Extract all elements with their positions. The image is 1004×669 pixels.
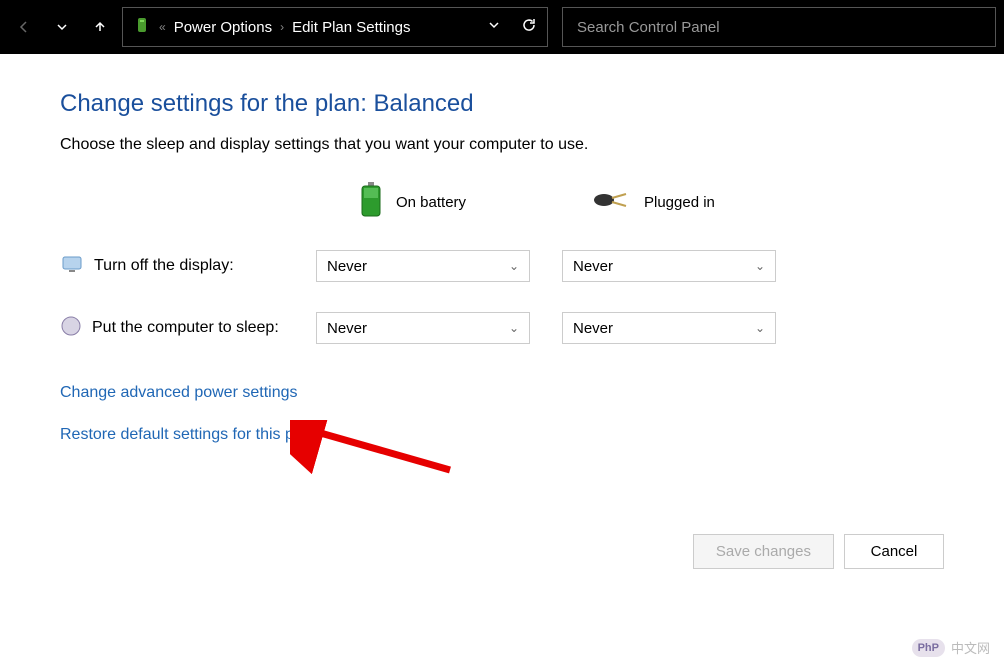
- control-panel-icon: [133, 16, 151, 38]
- address-bar[interactable]: « Power Options › Edit Plan Settings: [122, 7, 548, 47]
- sleep-battery-dropdown[interactable]: Never ⌄: [316, 312, 530, 344]
- breadcrumb-item[interactable]: Power Options: [174, 19, 272, 36]
- sleep-label: Put the computer to sleep:: [92, 319, 279, 337]
- column-headers: On battery Plugged in: [60, 182, 964, 222]
- up-button[interactable]: [84, 11, 116, 43]
- address-dropdown-button[interactable]: [487, 18, 501, 36]
- advanced-power-link[interactable]: Change advanced power settings: [60, 384, 964, 402]
- plug-icon: [590, 188, 630, 216]
- display-plugged-dropdown[interactable]: Never ⌄: [562, 250, 776, 282]
- breadcrumb-sep-icon: «: [159, 20, 166, 34]
- page-subtitle: Choose the sleep and display settings th…: [60, 136, 964, 154]
- chevron-down-icon: ⌄: [509, 321, 519, 335]
- back-button[interactable]: [8, 11, 40, 43]
- chevron-right-icon: ›: [280, 20, 284, 34]
- display-battery-dropdown[interactable]: Never ⌄: [316, 250, 530, 282]
- navigation-toolbar: « Power Options › Edit Plan Settings: [0, 0, 1004, 54]
- refresh-button[interactable]: [521, 17, 537, 37]
- php-badge: PhP: [912, 639, 945, 657]
- chevron-down-icon: ⌄: [509, 259, 519, 273]
- button-bar: Save changes Cancel: [693, 534, 944, 569]
- search-input[interactable]: [577, 19, 981, 36]
- display-label: Turn off the display:: [94, 257, 234, 275]
- breadcrumb-item[interactable]: Edit Plan Settings: [292, 19, 410, 36]
- page-title: Change settings for the plan: Balanced: [60, 90, 964, 118]
- moon-icon: [60, 315, 82, 342]
- battery-column-header: On battery: [300, 182, 530, 222]
- display-row: Turn off the display: Never ⌄ Never ⌄: [60, 250, 964, 282]
- sleep-plugged-dropdown[interactable]: Never ⌄: [562, 312, 776, 344]
- restore-defaults-link[interactable]: Restore default settings for this plan: [60, 426, 964, 444]
- watermark: PhP 中文网: [912, 638, 990, 657]
- save-button[interactable]: Save changes: [693, 534, 834, 569]
- chevron-down-icon: ⌄: [755, 321, 765, 335]
- sleep-row: Put the computer to sleep: Never ⌄ Never…: [60, 312, 964, 344]
- plugged-column-header: Plugged in: [530, 188, 760, 216]
- search-box[interactable]: [562, 7, 996, 47]
- cancel-button[interactable]: Cancel: [844, 534, 944, 569]
- content-area: Change settings for the plan: Balanced C…: [0, 54, 1004, 444]
- recent-locations-button[interactable]: [46, 11, 78, 43]
- display-icon: [60, 252, 84, 281]
- chevron-down-icon: ⌄: [755, 259, 765, 273]
- battery-icon: [360, 182, 382, 222]
